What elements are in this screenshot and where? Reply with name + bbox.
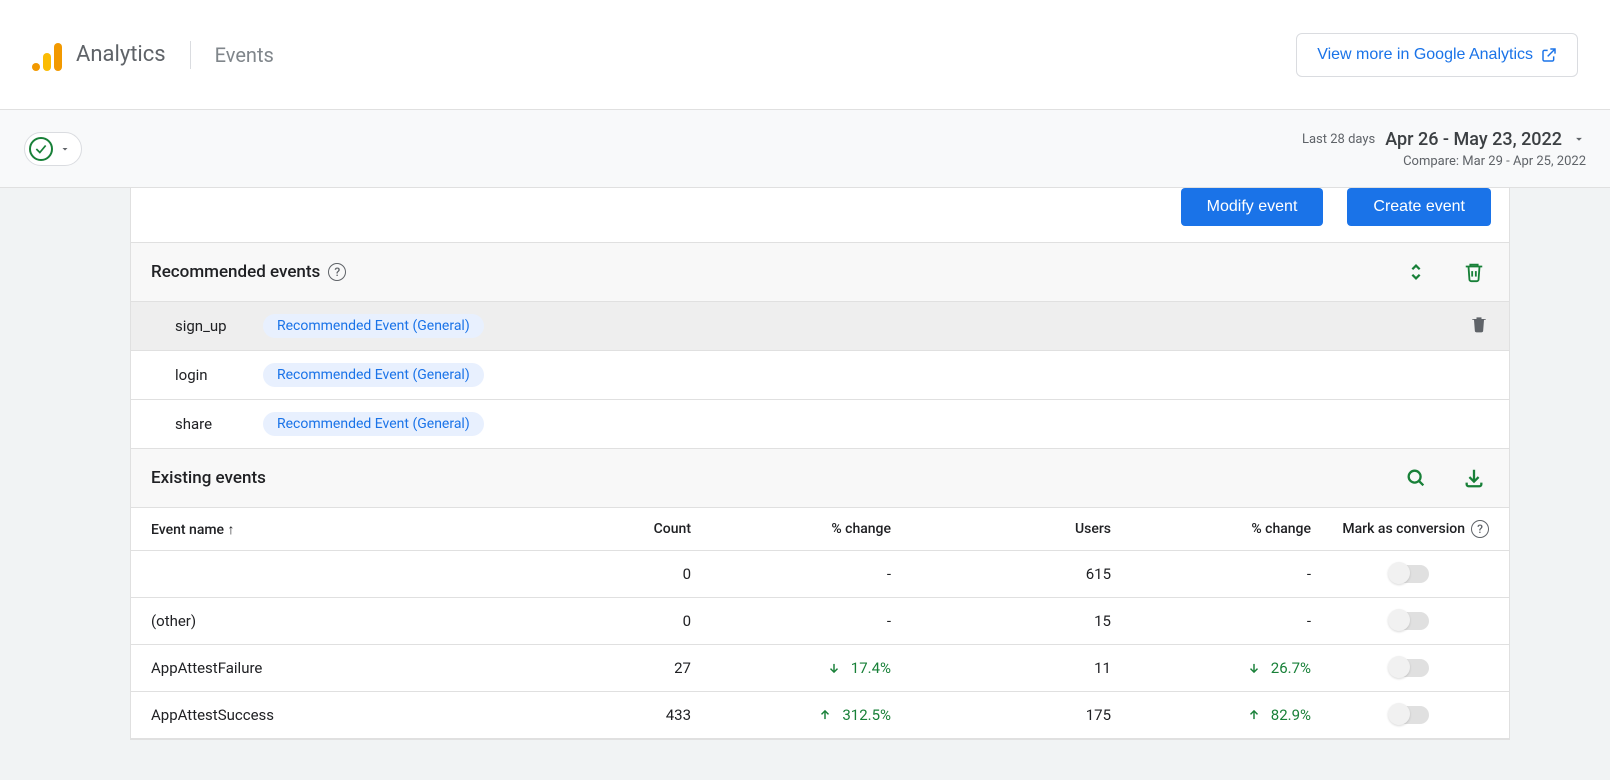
brand-title: Analytics: [76, 42, 166, 67]
col-users[interactable]: Users: [891, 521, 1111, 537]
unfold-icon: [1405, 261, 1427, 283]
trash-icon: [1463, 261, 1485, 283]
recommended-badge: Recommended Event (General): [263, 363, 484, 387]
divider: [190, 41, 191, 69]
table-header: Event name ↑ Count % change Users % chan…: [131, 508, 1509, 551]
panel-action-bar: Modify event Create event: [131, 188, 1509, 243]
arrow-down-icon: [827, 661, 841, 675]
existing-title: Existing events: [151, 468, 266, 488]
users-cell: 15: [891, 612, 1111, 630]
recommended-row[interactable]: share Recommended Event (General): [131, 400, 1509, 449]
count-cell: 0: [571, 612, 691, 630]
arrow-down-icon: [1247, 661, 1261, 675]
event-name-cell: (other): [151, 612, 571, 630]
brand-block: Analytics Events: [32, 39, 274, 71]
recommended-badge: Recommended Event (General): [263, 412, 484, 436]
col-conversion: Mark as conversion ?: [1311, 520, 1489, 538]
date-compare-text: Compare: Mar 29 - Apr 25, 2022: [1302, 154, 1586, 169]
recommended-section-header: Recommended events ?: [131, 243, 1509, 302]
download-button[interactable]: [1459, 463, 1489, 493]
modify-event-button[interactable]: Modify event: [1181, 188, 1324, 226]
conversion-toggle[interactable]: [1389, 612, 1429, 630]
caret-down-icon: [1572, 132, 1586, 146]
count-cell: 27: [571, 659, 691, 677]
recommended-title: Recommended events: [151, 262, 320, 282]
filter-date-bar: Last 28 days Apr 26 - May 23, 2022 Compa…: [0, 110, 1610, 188]
conversion-toggle[interactable]: [1389, 706, 1429, 724]
expand-collapse-button[interactable]: [1401, 257, 1431, 287]
count-change: -: [691, 565, 891, 583]
table-row[interactable]: AppAttestFailure2717.4%1126.7%: [131, 645, 1509, 692]
recommended-event-name: login: [175, 366, 245, 384]
events-panel: Modify event Create event Recommended ev…: [130, 188, 1510, 740]
date-period-label: Last 28 days: [1302, 132, 1375, 147]
help-icon[interactable]: ?: [1471, 520, 1489, 538]
users-change: -: [1111, 565, 1311, 583]
app-header: Analytics Events View more in Google Ana…: [0, 0, 1610, 110]
analytics-logo-icon: [32, 39, 64, 71]
users-cell: 175: [891, 706, 1111, 724]
col-users-change[interactable]: % change: [1111, 521, 1311, 537]
col-count[interactable]: Count: [571, 521, 691, 537]
col-count-change[interactable]: % change: [691, 521, 891, 537]
caret-down-icon: [59, 143, 71, 155]
arrow-up-icon: [818, 708, 832, 722]
delete-section-button[interactable]: [1459, 257, 1489, 287]
view-more-button[interactable]: View more in Google Analytics: [1296, 33, 1578, 77]
count-cell: 0: [571, 565, 691, 583]
check-circle-icon: [29, 137, 53, 161]
count-cell: 433: [571, 706, 691, 724]
existing-section-header: Existing events: [131, 449, 1509, 508]
page-title: Events: [215, 43, 274, 67]
table-row[interactable]: (other)0-15-: [131, 598, 1509, 645]
filter-chip[interactable]: [24, 132, 82, 166]
search-icon: [1405, 467, 1427, 489]
arrow-up-icon: [1247, 708, 1261, 722]
recommended-row[interactable]: login Recommended Event (General): [131, 351, 1509, 400]
col-event-name[interactable]: Event name ↑: [151, 521, 571, 538]
users-cell: 11: [891, 659, 1111, 677]
help-icon[interactable]: ?: [328, 263, 346, 281]
table-row[interactable]: AppAttestSuccess433312.5%17582.9%: [131, 692, 1509, 739]
recommended-row[interactable]: sign_up Recommended Event (General): [131, 302, 1509, 351]
download-icon: [1463, 467, 1485, 489]
date-range-picker[interactable]: Last 28 days Apr 26 - May 23, 2022 Compa…: [1302, 129, 1586, 169]
sort-asc-icon: ↑: [228, 522, 235, 538]
count-change: -: [691, 612, 891, 630]
trash-icon[interactable]: [1469, 314, 1489, 338]
conversion-toggle[interactable]: [1389, 659, 1429, 677]
main-canvas: Modify event Create event Recommended ev…: [0, 188, 1610, 780]
table-row[interactable]: 0-615-: [131, 551, 1509, 598]
users-change: -: [1111, 612, 1311, 630]
users-change: 82.9%: [1111, 706, 1311, 724]
search-button[interactable]: [1401, 463, 1431, 493]
create-event-button[interactable]: Create event: [1347, 188, 1491, 226]
conversion-toggle[interactable]: [1389, 565, 1429, 583]
count-change: 312.5%: [691, 706, 891, 724]
users-change: 26.7%: [1111, 659, 1311, 677]
event-name-cell: AppAttestFailure: [151, 659, 571, 677]
external-link-icon: [1541, 47, 1557, 63]
recommended-badge: Recommended Event (General): [263, 314, 484, 338]
users-cell: 615: [891, 565, 1111, 583]
view-more-label: View more in Google Analytics: [1317, 46, 1533, 64]
recommended-event-name: share: [175, 415, 245, 433]
event-name-cell: AppAttestSuccess: [151, 706, 571, 724]
count-change: 17.4%: [691, 659, 891, 677]
date-range-text: Apr 26 - May 23, 2022: [1385, 129, 1562, 150]
recommended-event-name: sign_up: [175, 317, 245, 335]
